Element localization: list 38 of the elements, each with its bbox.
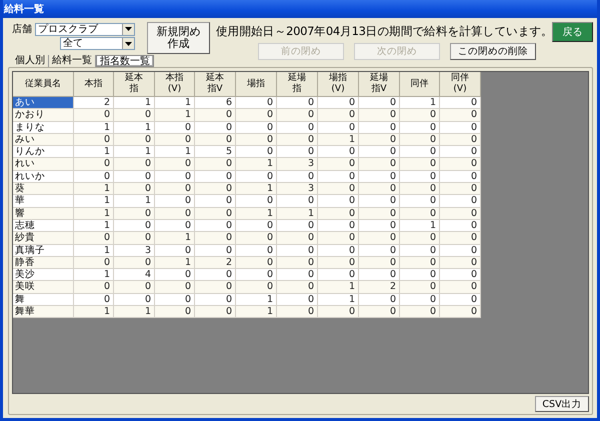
csv-export-button[interactable]: CSV出力 [535, 396, 589, 412]
table-cell: れい [13, 158, 74, 171]
table-cell: 舞 [13, 294, 74, 306]
table-cell: 静香 [13, 256, 74, 270]
table-cell: 1 [114, 306, 155, 318]
table-cell: 1 [74, 306, 114, 318]
table-cell: 0 [359, 306, 400, 318]
closing-nav-button[interactable]: この閉めの削除 [450, 43, 536, 60]
store-label: 店舗 [12, 22, 32, 36]
table-cell: 美沙 [13, 269, 74, 282]
table-cell: あい [13, 97, 74, 110]
table-cell: 響 [13, 208, 74, 220]
table-cell: 0 [318, 306, 359, 318]
filter-dropdown[interactable]: 全て [60, 37, 135, 50]
create-closing-button[interactable]: 新規閉め作成 [146, 22, 210, 54]
table-cell: 葵 [13, 183, 74, 196]
table-cell: 1 [236, 306, 277, 318]
period-message: 使用開始日～2007年04月13日の期間で給料を計算しています。 [216, 24, 546, 39]
table-cell: 0 [155, 306, 195, 318]
window-title: 給料一覧 [4, 2, 44, 16]
tab[interactable]: 指名数一覧 [96, 55, 154, 67]
table-cell: 0 [400, 306, 440, 318]
table-cell: 志穂 [13, 220, 74, 232]
table-cell: 美咲 [13, 281, 74, 294]
table-cell: りんか [13, 146, 74, 158]
table-cell: 0 [277, 306, 318, 318]
store-dropdown[interactable]: プロスクラブ [34, 22, 135, 36]
table-cell: 0 [440, 306, 481, 318]
table-cell: 紗貴 [13, 232, 74, 245]
back-button[interactable]: 戻る [552, 22, 593, 42]
table-cell: かおり [13, 109, 74, 122]
table-cell: れいか [13, 170, 74, 184]
table-cell: みい [13, 134, 74, 146]
table-cell: まりな [13, 122, 74, 134]
table-cell: 0 [195, 306, 236, 318]
table-cell: 舞華 [13, 306, 74, 318]
table-cell: 華 [13, 195, 74, 208]
table-cell: 真璃子 [13, 244, 74, 257]
